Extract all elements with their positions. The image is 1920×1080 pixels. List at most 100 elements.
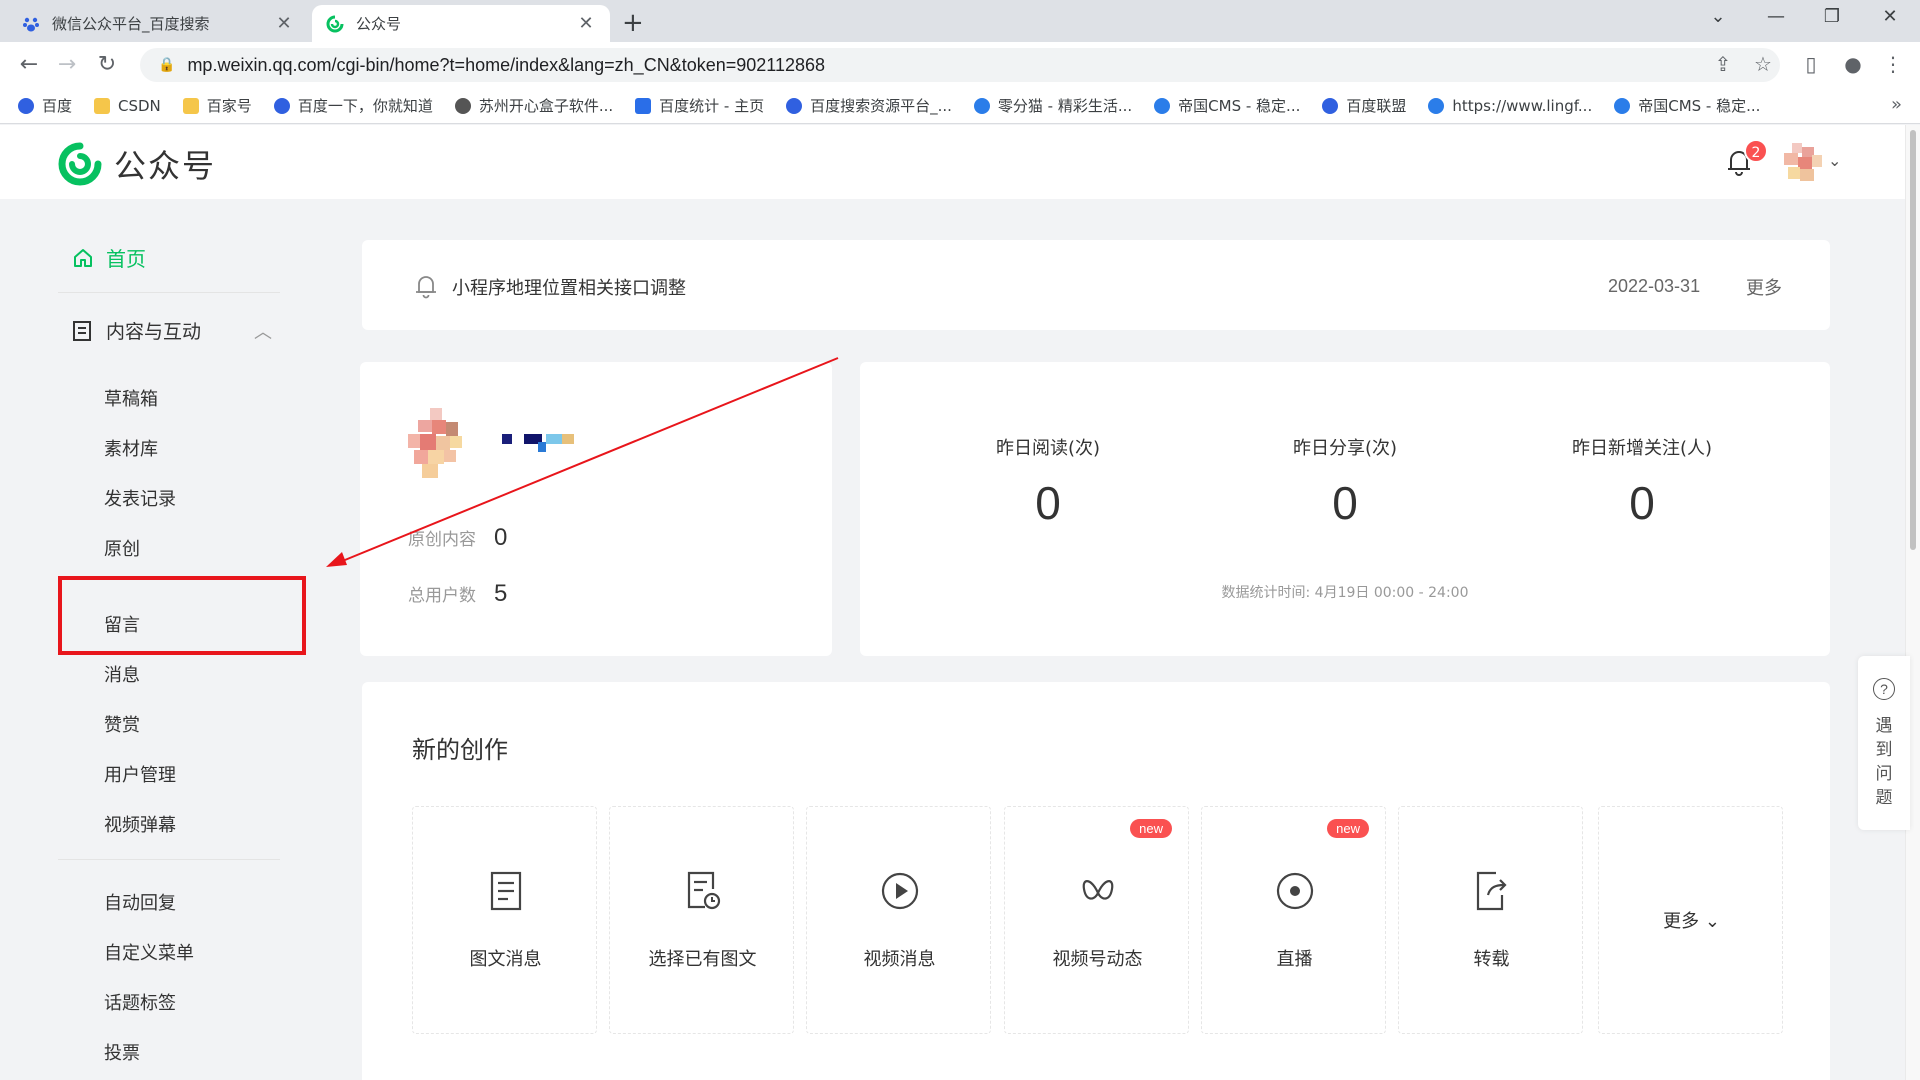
sidebar-item[interactable]: 自动回复: [104, 889, 176, 915]
live-icon: [1202, 871, 1387, 911]
bookmark-item[interactable]: 零分猫 - 精彩生活...: [973, 95, 1133, 116]
bookmark-item[interactable]: 帝国CMS - 稳定...: [1154, 95, 1300, 116]
stats-time-range: 数据统计时间: 4月19日 00:00 - 24:00: [1221, 585, 1469, 601]
create-tile[interactable]: 直播 new: [1201, 806, 1386, 1034]
close-window-button[interactable]: ✕: [1870, 6, 1910, 27]
bookmarks-overflow-icon[interactable]: »: [1891, 94, 1902, 115]
bookmark-item[interactable]: 百度联盟: [1322, 95, 1406, 116]
sidebar-item[interactable]: 草稿箱: [104, 385, 158, 411]
close-icon[interactable]: ✕: [576, 13, 596, 34]
bookmark-item[interactable]: 百度: [18, 95, 72, 116]
help-text: 遇到问题: [1875, 716, 1893, 808]
sidebar-item[interactable]: 赞赏: [104, 711, 140, 737]
create-tile[interactable]: 选择已有图文: [609, 806, 794, 1034]
bookmark-item[interactable]: 苏州开心盒子软件...: [454, 95, 614, 116]
browser-tab-active[interactable]: 公众号 ✕: [312, 5, 610, 42]
folder-icon: [182, 97, 199, 114]
original-content-stat: 原创内容 0: [408, 524, 507, 552]
notice-bar: 小程序地理位置相关接口调整 2022-03-31 更多: [362, 240, 1830, 330]
create-tile-label: 视频消息: [863, 949, 936, 970]
bookmark-label: 百家号: [206, 97, 252, 115]
sidebar-item[interactable]: 视频弹幕: [104, 811, 176, 837]
bookmarks-bar: 百度 CSDN 百家号 百度一下，你就知道 苏州开心盒子软件... 百度统计 - 主页 百度…: [0, 88, 1920, 124]
bookmark-item[interactable]: 百度一下，你就知道: [273, 95, 433, 116]
channels-icon: [1005, 871, 1190, 911]
site-icon: [973, 97, 990, 114]
stat-value: 0: [1035, 477, 1061, 529]
page-header: 公众号 2 ⌄: [0, 125, 1905, 199]
create-tile-label: 视频号动态: [1052, 949, 1143, 970]
bookmark-item[interactable]: 帝国CMS - 稳定...: [1614, 95, 1760, 116]
scrollbar-thumb[interactable]: [1910, 130, 1916, 550]
new-tab-button[interactable]: +: [622, 8, 644, 38]
chevron-down-icon[interactable]: ⌄: [1828, 151, 1841, 170]
bookmark-label: 零分猫 - 精彩生活...: [997, 97, 1133, 115]
stat-value: 0: [1332, 477, 1358, 529]
total-users-stat: 总用户数 5: [408, 580, 507, 608]
restore-button[interactable]: ❐: [1812, 6, 1852, 27]
stat-yesterday-shares: 昨日分享(次) 0: [1235, 434, 1455, 530]
create-tile[interactable]: 转载: [1398, 806, 1583, 1034]
create-tile[interactable]: 视频消息: [806, 806, 991, 1034]
stat-label: 原创内容: [408, 530, 476, 550]
forward-button[interactable]: →: [52, 52, 82, 77]
site-icon: [1154, 97, 1171, 114]
bookmark-item[interactable]: CSDN: [94, 97, 161, 115]
create-tile[interactable]: 视频号动态 new: [1004, 806, 1189, 1034]
lock-icon: 🔒: [158, 57, 176, 73]
weixin-mp-logo-icon: [326, 15, 344, 32]
back-button[interactable]: ←: [14, 52, 44, 77]
bell-icon: [416, 276, 436, 299]
menu-icon[interactable]: ⋮: [1878, 52, 1908, 76]
bookmark-item[interactable]: 百家号: [182, 95, 252, 116]
sidebar-item[interactable]: 投票: [104, 1039, 140, 1065]
notice-more-link[interactable]: 更多: [1746, 274, 1782, 300]
sidebar-item[interactable]: 原创: [104, 535, 140, 561]
globe-icon: [454, 97, 471, 114]
chevron-up-icon[interactable]: ︿: [254, 318, 272, 344]
create-more-button[interactable]: 更多 ⌄: [1598, 806, 1783, 1034]
browser-tab[interactable]: 微信公众平台_百度搜索 ✕: [8, 5, 308, 42]
bookmark-label: 百度统计 - 主页: [659, 97, 765, 115]
stat-value: 0: [494, 524, 508, 551]
baidu-paw-icon: [273, 97, 290, 114]
folder-icon: [94, 97, 111, 114]
bookmark-item[interactable]: 百度统计 - 主页: [635, 95, 764, 116]
sidebar-item-home[interactable]: 首页: [72, 243, 146, 272]
sidebar-item[interactable]: 消息: [104, 661, 140, 687]
reload-button[interactable]: ↻: [92, 52, 122, 77]
sidebar-group-content[interactable]: 内容与互动 ︿: [72, 317, 272, 344]
tab-title: 公众号: [356, 15, 402, 33]
avatar[interactable]: [1784, 143, 1824, 183]
share-icon[interactable]: ⇪: [1708, 52, 1738, 76]
stat-yesterday-reads: 昨日阅读(次) 0: [938, 434, 1158, 530]
notification-count-badge: 2: [1744, 139, 1768, 163]
logo[interactable]: 公众号: [58, 141, 216, 187]
sidebar-item[interactable]: 自定义菜单: [104, 939, 194, 965]
url-input[interactable]: 🔒 mp.weixin.qq.com/cgi-bin/home?t=home/i…: [140, 48, 1780, 82]
stat-label: 昨日新增关注(人): [1571, 438, 1713, 459]
site-icon: [1614, 97, 1631, 114]
home-icon: [74, 248, 92, 267]
close-icon[interactable]: ✕: [274, 13, 294, 34]
sidebar-item[interactable]: 话题标签: [104, 989, 176, 1015]
create-tile-label: 直播: [1276, 949, 1313, 970]
sidebar-item[interactable]: 素材库: [104, 435, 158, 461]
profile-icon[interactable]: ●: [1838, 52, 1868, 76]
sidebar-item[interactable]: 用户管理: [104, 761, 176, 787]
bookmark-label: 苏州开心盒子软件...: [478, 97, 614, 115]
bookmark-item[interactable]: 百度搜索资源平台_...: [786, 95, 952, 116]
sidebar-item[interactable]: 发表记录: [104, 485, 176, 511]
sidebar-toggle-icon[interactable]: ▯: [1796, 52, 1826, 76]
star-icon[interactable]: ☆: [1748, 52, 1778, 76]
help-floater[interactable]: ? 遇到问题: [1858, 656, 1910, 830]
bookmark-item[interactable]: https://www.lingf...: [1428, 97, 1592, 115]
minimize-button[interactable]: —: [1756, 6, 1796, 27]
notice-text[interactable]: 小程序地理位置相关接口调整: [452, 274, 686, 300]
create-tile-label: 图文消息: [469, 949, 542, 970]
logo-text: 公众号: [114, 147, 217, 185]
chevron-down-icon[interactable]: ⌄: [1698, 6, 1738, 27]
create-tile[interactable]: 图文消息: [412, 806, 597, 1034]
stat-value: 0: [1629, 477, 1655, 529]
account-avatar[interactable]: [408, 408, 474, 480]
